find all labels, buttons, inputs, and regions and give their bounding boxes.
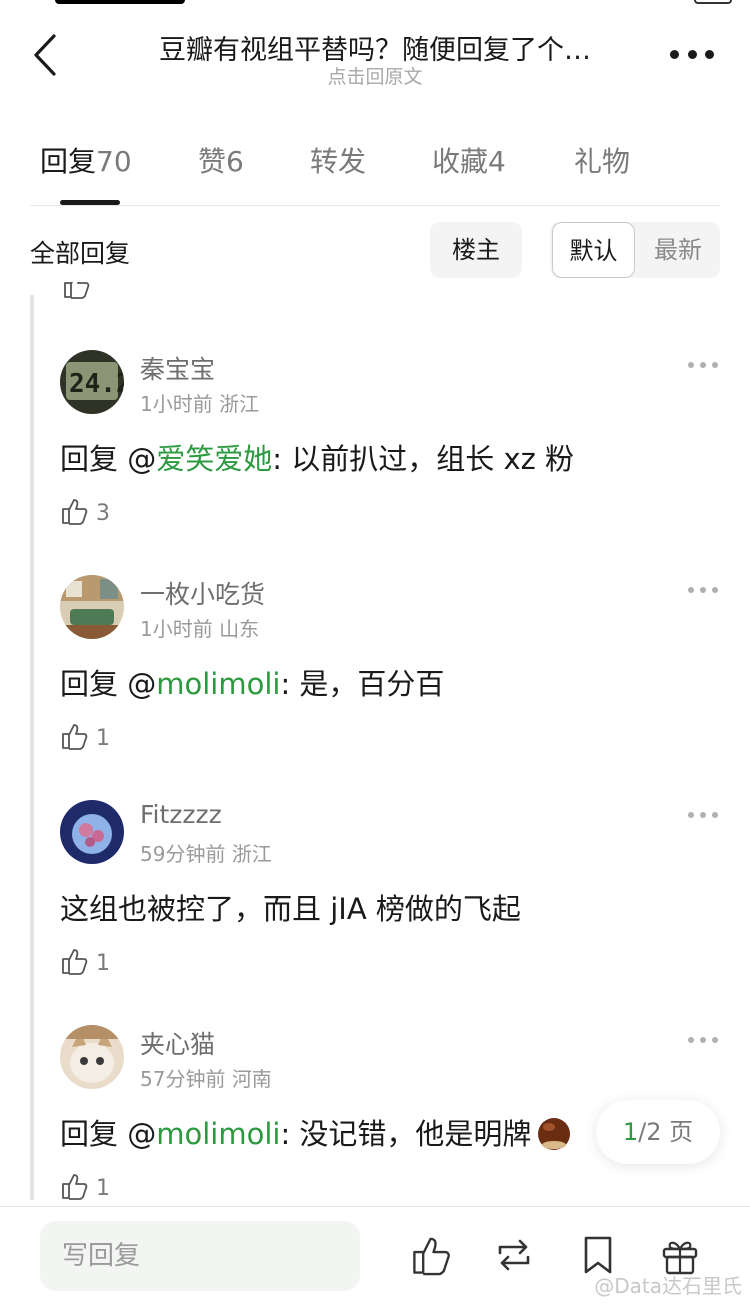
like-button[interactable]: 1 xyxy=(60,721,110,755)
tab-favorites[interactable]: 收藏4 xyxy=(432,140,506,180)
all-replies-label: 全部回复 xyxy=(30,239,131,268)
username[interactable]: Fitzzzz xyxy=(140,800,222,829)
total-pages: /2 页 xyxy=(638,1118,694,1146)
tab-gifts[interactable]: 礼物 xyxy=(574,140,630,180)
username[interactable]: 秦宝宝 xyxy=(140,350,215,386)
tab-likes-label: 赞 xyxy=(198,145,227,178)
comment-content: : 没记错，他是明牌 xyxy=(280,1117,532,1151)
tab-likes[interactable]: 赞6 xyxy=(198,140,244,180)
comment-time: 57分钟前 xyxy=(140,1067,226,1091)
mention-link[interactable]: molimoli xyxy=(156,667,280,701)
mention-link[interactable]: 爱笑爱她 xyxy=(156,442,272,476)
comment-meta: 57分钟前 河南 xyxy=(140,1063,272,1092)
thumb-up-icon xyxy=(62,282,92,300)
like-count: 3 xyxy=(96,500,110,526)
comment-meta: 59分钟前 浙江 xyxy=(140,838,272,867)
avatar[interactable] xyxy=(60,1025,124,1089)
thumb-up-icon xyxy=(60,496,90,530)
thumb-up-icon xyxy=(60,946,90,980)
comment-text: 回复 @爱笑爱她: 以前扒过，组长 xz 粉 xyxy=(60,436,574,478)
tab-reposts[interactable]: 转发 xyxy=(310,140,366,180)
thumb-up-icon xyxy=(60,721,90,755)
tab-replies[interactable]: 回复70 xyxy=(40,140,132,180)
comment-time: 1小时前 xyxy=(140,617,213,641)
like-count: 1 xyxy=(96,950,110,976)
tab-likes-count: 6 xyxy=(226,145,244,178)
like-count: 1 xyxy=(96,725,110,751)
comment-text: 回复 @molimoli: 没记错，他是明牌 xyxy=(60,1111,573,1159)
avatar-digits: 24.2 xyxy=(69,369,124,399)
current-page: 1 xyxy=(622,1118,639,1146)
status-bar xyxy=(0,0,750,6)
chestnut-emoji-icon xyxy=(535,1114,573,1159)
comment-location: 浙江 xyxy=(231,842,272,866)
status-bar-left xyxy=(55,0,185,4)
back-icon[interactable] xyxy=(28,32,68,78)
comment-meta: 1小时前 山东 xyxy=(140,613,259,642)
reply-filter-bar: 全部回复 楼主 默认 最新 xyxy=(30,222,720,278)
top-nav: 豆瓣有视组平替吗？随便回复了个… 点击回原文 xyxy=(0,20,750,100)
comment-text: 这组也被控了，而且 jIA 榜做的飞起 xyxy=(60,886,521,928)
battery-icon xyxy=(694,0,732,4)
tab-bar: 回复70 赞6 转发 收藏4 礼物 xyxy=(30,140,720,206)
back-to-original-link[interactable]: 点击回原文 xyxy=(110,62,640,89)
comment-location: 浙江 xyxy=(219,392,260,416)
like-button[interactable]: 1 xyxy=(60,1171,110,1205)
like-button[interactable]: 1 xyxy=(60,946,110,980)
tab-replies-label: 回复 xyxy=(40,145,97,178)
tab-favorites-count: 4 xyxy=(488,145,506,178)
comment-location: 河南 xyxy=(231,1067,272,1091)
sort-latest-button[interactable]: 最新 xyxy=(638,222,718,278)
page-indicator[interactable]: 1/2 页 xyxy=(596,1100,720,1164)
repost-icon[interactable] xyxy=(492,1233,536,1277)
sort-toggle: 默认 最新 xyxy=(550,222,720,278)
username[interactable]: 一枚小吃货 xyxy=(140,575,265,611)
tab-replies-count: 70 xyxy=(96,145,132,178)
tab-favorites-label: 收藏 xyxy=(432,145,489,178)
reply-prefix: 回复 @ xyxy=(60,667,157,701)
more-icon[interactable] xyxy=(670,44,714,64)
avatar[interactable] xyxy=(60,575,124,639)
comment-time: 59分钟前 xyxy=(140,842,226,866)
tab-reposts-label: 转发 xyxy=(310,145,367,178)
like-button[interactable]: 3 xyxy=(60,496,110,530)
sort-default-button[interactable]: 默认 xyxy=(552,222,635,278)
username[interactable]: 夹心猫 xyxy=(140,1025,215,1061)
comment-item: 一枚小吃货 1小时前 山东 回复 @molimoli: 是，百分百 1 xyxy=(60,575,720,800)
reply-prefix: 回复 @ xyxy=(60,442,157,476)
comment-more-icon[interactable] xyxy=(688,1037,718,1047)
comment-meta: 1小时前 浙江 xyxy=(140,388,259,417)
comment-item: Fitzzzz 59分钟前 浙江 这组也被控了，而且 jIA 榜做的飞起 1 xyxy=(60,800,720,1025)
comment-content: : 是，百分百 xyxy=(280,667,445,701)
avatar[interactable] xyxy=(60,800,124,864)
avatar[interactable]: 24.2 xyxy=(60,350,124,414)
tab-gifts-label: 礼物 xyxy=(574,145,631,178)
owner-only-button[interactable]: 楼主 xyxy=(430,222,522,278)
comment-content: 这组也被控了，而且 jIA 榜做的飞起 xyxy=(60,892,521,926)
like-count: 1 xyxy=(96,1175,110,1201)
comment-content: : 以前扒过，组长 xz 粉 xyxy=(272,442,575,476)
comment-text: 回复 @molimoli: 是，百分百 xyxy=(60,661,444,703)
reply-prefix: 回复 @ xyxy=(60,1117,157,1151)
thumb-up-icon xyxy=(60,1171,90,1205)
thread-line xyxy=(30,295,34,1200)
mention-link[interactable]: molimoli xyxy=(156,1117,280,1151)
like-icon[interactable] xyxy=(410,1233,454,1277)
comment-more-icon[interactable] xyxy=(688,362,718,372)
reply-input[interactable]: 写回复 xyxy=(40,1221,360,1291)
watermark: @Data达石里氏 xyxy=(594,1274,742,1298)
comment-more-icon[interactable] xyxy=(688,812,718,822)
comment-item: 24.2 秦宝宝 1小时前 浙江 回复 @爱笑爱她: 以前扒过，组长 xz 粉 … xyxy=(60,350,720,575)
active-tab-indicator xyxy=(60,200,120,205)
comment-location: 山东 xyxy=(219,617,260,641)
comment-more-icon[interactable] xyxy=(688,587,718,597)
comment-time: 1小时前 xyxy=(140,392,213,416)
